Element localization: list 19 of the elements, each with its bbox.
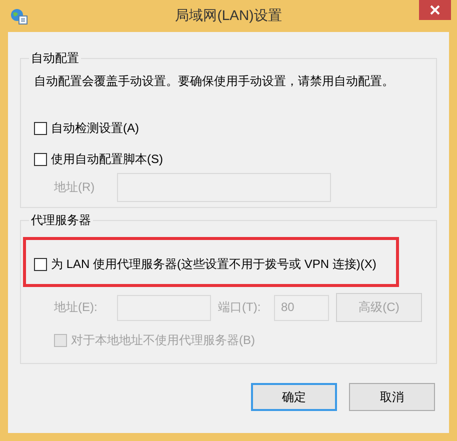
checkbox[interactable] (34, 258, 47, 270)
checkbox-label: 使用自动配置脚本(S) (51, 151, 163, 168)
group-legend: 自动配置 (29, 50, 81, 67)
checkbox-label: 对于本地地址不使用代理服务器(B) (71, 332, 255, 349)
description-text: 自动配置会覆盖手动设置。要确保使用手动设置，请禁用自动配置。 (34, 73, 395, 90)
checkbox-label: 为 LAN 使用代理服务器(这些设置不用于拨号或 VPN 连接)(X) (51, 256, 376, 272)
globe-icon (10, 7, 28, 25)
field-label: 地址(E): (54, 299, 98, 316)
window-title: 局域网(LAN)设置 (174, 7, 283, 25)
dialog-button[interactable]: 取消 (349, 383, 435, 411)
checkbox[interactable] (34, 153, 47, 166)
field-label: 端口(T): (218, 299, 262, 316)
close-button[interactable] (419, 0, 451, 20)
field-label: 地址(R) (54, 179, 96, 196)
checkbox-label: 自动检测设置(A) (51, 120, 139, 137)
group-legend: 代理服务器 (29, 212, 93, 229)
dialog-button[interactable]: 确定 (251, 383, 337, 411)
close-icon (430, 5, 440, 15)
checkbox[interactable] (34, 122, 47, 135)
